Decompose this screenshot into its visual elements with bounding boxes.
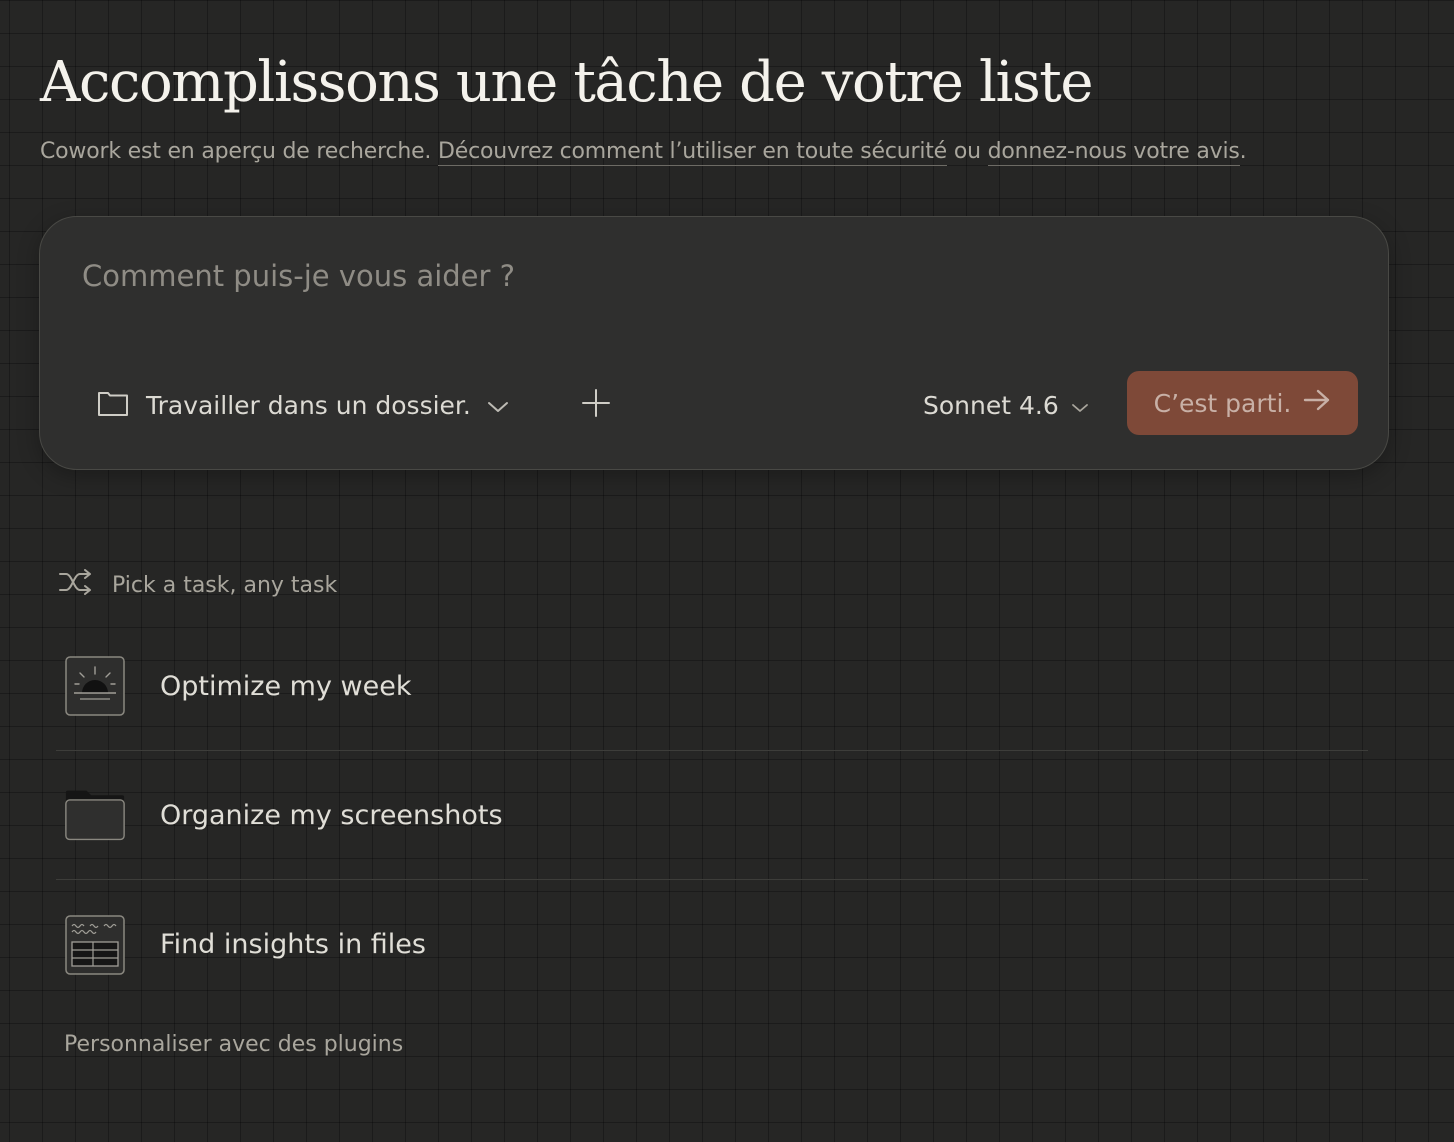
task-find-insights[interactable]: Find insights in files — [56, 880, 1368, 1009]
prompt-input[interactable] — [82, 259, 1282, 293]
folder-button-label: Travailler dans un dossier. — [146, 390, 471, 420]
safety-link[interactable]: Découvrez comment l’utiliser en toute sé… — [438, 139, 947, 166]
submit-button-label: C’est parti. — [1153, 388, 1292, 418]
task-organize-screenshots[interactable]: Organize my screenshots — [56, 751, 1368, 880]
task-list: Optimize my week Organize my screenshots… — [56, 622, 1368, 1009]
chevron-down-icon — [1071, 391, 1089, 420]
submit-button[interactable]: C’est parti. — [1127, 371, 1358, 435]
spreadsheet-icon — [64, 914, 126, 976]
shuffle-icon — [58, 569, 94, 601]
task-label: Optimize my week — [160, 670, 412, 702]
task-label: Find insights in files — [160, 929, 426, 960]
subtitle-or: ou — [953, 139, 981, 164]
prompt-composer: Travailler dans un dossier. Sonnet 4.6 C… — [39, 216, 1389, 470]
model-selector[interactable]: Sonnet 4.6 — [923, 383, 1089, 427]
plus-icon — [581, 388, 611, 422]
sunrise-calendar-icon — [64, 655, 126, 717]
section-label-text: Pick a task, any task — [112, 572, 338, 598]
chevron-down-icon — [487, 391, 509, 420]
subtitle-prefix: Cowork est en aperçu de recherche. — [40, 139, 432, 164]
feedback-link[interactable]: donnez-nous votre avis — [987, 139, 1240, 166]
subtitle-suffix: . — [1239, 139, 1247, 164]
page-subtitle: Cowork est en aperçu de recherche. Décou… — [40, 139, 1247, 166]
add-attachment-button[interactable] — [578, 387, 614, 423]
task-label: Organize my screenshots — [160, 799, 503, 831]
folder-icon — [96, 387, 130, 423]
arrow-right-icon — [1303, 388, 1331, 418]
work-in-folder-button[interactable]: Travailler dans un dossier. — [96, 383, 509, 427]
shuffle-tasks-button[interactable]: Pick a task, any task — [58, 568, 337, 602]
model-selector-label: Sonnet 4.6 — [923, 390, 1059, 420]
task-optimize-week[interactable]: Optimize my week — [56, 622, 1368, 751]
page-title: Accomplissons une tâche de votre liste — [40, 50, 1094, 115]
folder-icon — [64, 784, 126, 846]
customize-plugins-link[interactable]: Personnaliser avec des plugins — [64, 1032, 403, 1057]
